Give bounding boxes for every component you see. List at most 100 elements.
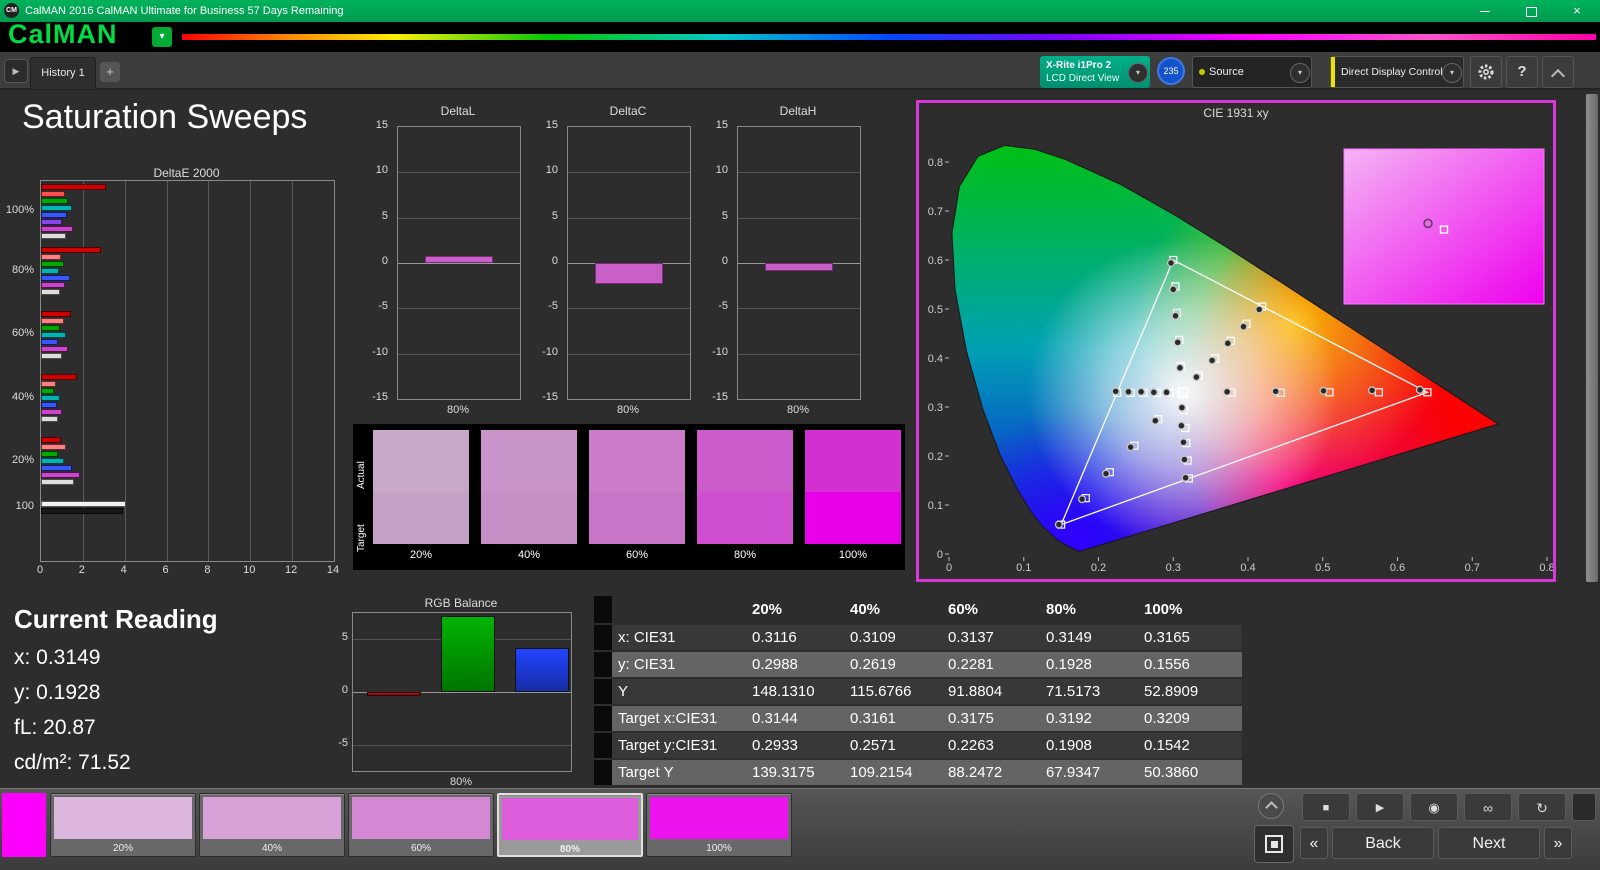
tab-history-1[interactable]: History 1 [30, 57, 96, 89]
first-page-button[interactable]: « [1300, 827, 1328, 859]
display-control-dropdown-arrow[interactable]: ▾ [1442, 63, 1462, 83]
settings-button[interactable] [1470, 56, 1502, 88]
minimize-button[interactable] [1462, 0, 1508, 22]
calman-logo: CalMAN [8, 19, 118, 50]
swatch-actual [589, 430, 685, 492]
refresh-button[interactable]: ↻ [1518, 793, 1566, 821]
table-corner [594, 596, 612, 623]
deltal-y-tick: -10 [372, 346, 388, 358]
deltae-bar [41, 198, 68, 204]
help-button[interactable]: ? [1506, 56, 1538, 88]
deltae-bar [41, 472, 80, 478]
pattern-window-button[interactable] [1254, 825, 1294, 863]
deltae-bar [41, 254, 61, 260]
deltal-y-tick: -15 [372, 391, 388, 403]
deltah-title: DeltaH [737, 104, 859, 118]
deltal-y-tick: 0 [382, 255, 388, 267]
cie-panel: CIE 1931 xy [916, 100, 1556, 582]
svg-text:0.6: 0.6 [928, 255, 943, 267]
next-button[interactable]: Next [1438, 827, 1540, 859]
svg-text:0.4: 0.4 [1240, 562, 1255, 574]
maximize-button[interactable] [1508, 0, 1554, 22]
table-row-lead [594, 760, 612, 785]
pattern-button-40[interactable]: 40% [199, 793, 345, 857]
deltae-x-tick: 2 [74, 564, 90, 576]
logo-menu-button[interactable]: ▾ [152, 27, 172, 47]
rgb-x-label: 80% [352, 776, 570, 788]
deltae-bar [41, 268, 59, 274]
table-body: x: CIE310.31160.31090.31370.31490.3165y:… [594, 625, 1242, 785]
gridline [568, 308, 690, 309]
meter-dropdown-arrow[interactable]: ▾ [1128, 63, 1148, 83]
pattern-button-60[interactable]: 60% [348, 793, 494, 857]
deltae-bar [41, 437, 61, 443]
gear-icon [1477, 63, 1495, 81]
chevron-up-icon [1265, 801, 1278, 814]
tab-nav-button[interactable]: ▶ [4, 59, 28, 83]
deltae-bar [41, 508, 123, 514]
table-row-label: Target Y [612, 764, 752, 781]
deltae-bar [41, 205, 72, 211]
bottom-bar: 20%40% 60% 80%100% ■ ▶ ◉ ∞ ↻ « Back Next » [0, 788, 1600, 870]
swatch-cell: 40% [481, 430, 577, 566]
add-tab-button[interactable]: + [100, 62, 120, 82]
table-row: Target Y139.3175109.215488.247267.934750… [594, 760, 1242, 785]
gridline [398, 263, 520, 264]
deltae-x-tick: 0 [32, 564, 48, 576]
pattern-button-label: 60% [349, 842, 493, 856]
deltah-y-tick: 0 [722, 255, 728, 267]
table-cell: 0.1556 [1144, 656, 1242, 673]
deltae-group-label: 100 [16, 500, 34, 512]
collapse-panel-button[interactable] [1542, 56, 1574, 88]
rgb-bar-blue [515, 648, 569, 692]
last-page-button[interactable]: » [1544, 827, 1572, 859]
pattern-button-80[interactable]: 80% [497, 793, 643, 857]
gridline [738, 218, 860, 219]
side-panel-handle[interactable] [1586, 94, 1598, 582]
svg-text:0.8: 0.8 [1539, 562, 1553, 574]
pattern-button-100[interactable]: 100% [646, 793, 792, 857]
expand-pattern-panel-button[interactable] [1258, 793, 1284, 819]
deltal-y-tick: 5 [382, 210, 388, 222]
table-row-label: Target x:CIE31 [612, 710, 752, 727]
deltae-bar [41, 444, 66, 450]
pattern-count-badge[interactable]: 235 [1157, 57, 1185, 85]
deltah-y-tick: 5 [722, 210, 728, 222]
deltae-bar [41, 275, 70, 281]
table-cell: 109.2154 [850, 764, 948, 781]
deltae-bar [41, 226, 73, 232]
swatch-cell: 80% [697, 430, 793, 566]
back-button[interactable]: Back [1332, 827, 1434, 859]
table-row-label: y: CIE31 [612, 656, 752, 673]
deltae-bar [41, 332, 66, 338]
table-cell: 0.2571 [850, 737, 948, 754]
deltae-group-label: 80% [12, 264, 34, 276]
deltah-y-tick: 10 [716, 164, 728, 176]
gridline [738, 354, 860, 355]
table-row-lead [594, 733, 612, 758]
source-dropdown-arrow[interactable]: ▾ [1290, 63, 1310, 83]
stop-button[interactable]: ■ [1302, 793, 1350, 821]
gridline [568, 172, 690, 173]
tab-bar: ▶ History 1 + X-Rite i1Pro 2 LCD Direct … [0, 52, 1600, 90]
table-row-label: Target y:CIE31 [612, 737, 752, 754]
deltae-bar [41, 346, 68, 352]
close-button[interactable]: × [1554, 0, 1600, 22]
continuous-read-button[interactable]: ∞ [1464, 793, 1512, 821]
capture-button[interactable]: ◉ [1410, 793, 1458, 821]
table-row-label: Y [612, 683, 752, 700]
deltae-y-axis: 100%80%60%40%20%100 [0, 180, 38, 560]
deltah-bar [765, 263, 833, 271]
table-cell: 71.5173 [1046, 683, 1144, 700]
svg-text:0.7: 0.7 [1465, 562, 1480, 574]
table-cell: 0.1928 [1046, 656, 1144, 673]
deltae-bar [41, 501, 126, 507]
deltac-y-tick: 0 [552, 255, 558, 267]
play-button[interactable]: ▶ [1356, 793, 1404, 821]
pattern-button-20[interactable]: 20% [50, 793, 196, 857]
pattern-button-row: 20%40% 60% 80%100% [50, 793, 792, 857]
gridline [353, 745, 571, 746]
gridline [738, 308, 860, 309]
display-control-label: Direct Display Control [1341, 57, 1443, 87]
table-cell: 67.9347 [1046, 764, 1144, 781]
